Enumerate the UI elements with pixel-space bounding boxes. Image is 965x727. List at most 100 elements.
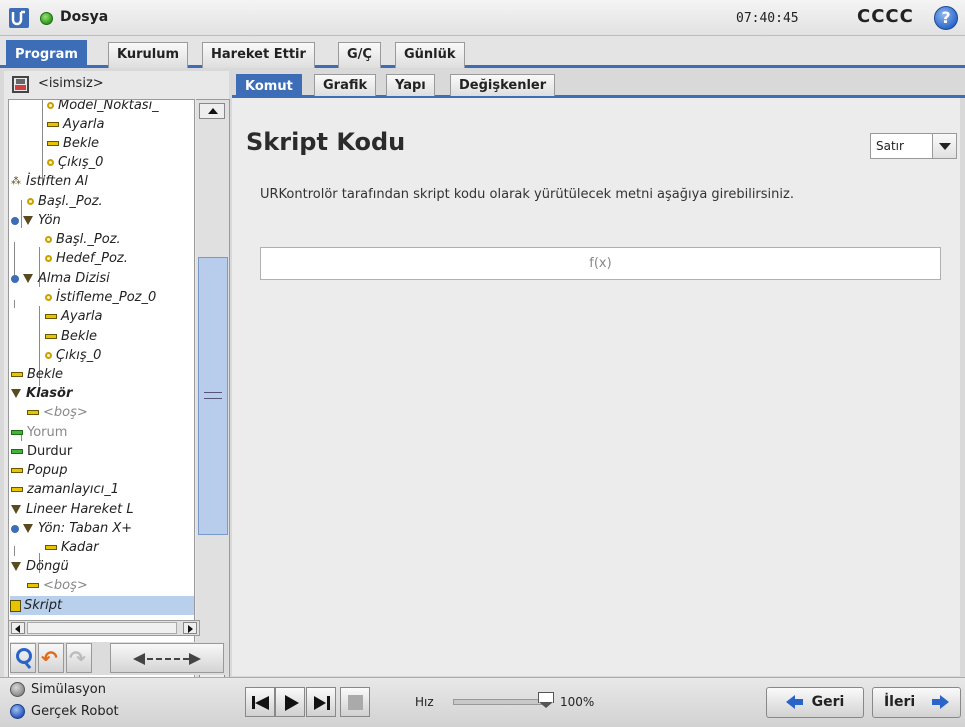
program-tree-panel: <isimsiz> Model_Noktası_ Ayarla Bekle Çı…	[4, 71, 230, 689]
script-mode-select[interactable]: Satır	[870, 133, 957, 159]
tree-item[interactable]: Yön: Taban X+	[11, 519, 132, 538]
pin-icon	[11, 274, 19, 283]
tree-item[interactable]: Yorum	[11, 423, 67, 442]
wait-icon	[47, 141, 59, 146]
title-bar: Dosya 07:40:45 CCCC ?	[0, 0, 965, 36]
speed-slider[interactable]	[453, 699, 543, 705]
wait-icon	[11, 372, 23, 377]
tree-item[interactable]: Bekle	[11, 365, 63, 384]
program-tree[interactable]: Model_Noktası_ Ayarla Bekle Çıkış_0 ⁂ İst…	[8, 99, 195, 689]
pin-icon	[11, 216, 19, 225]
tree-item[interactable]: Hedef_Poz.	[45, 249, 128, 268]
tree-horizontal-scrollbar[interactable]	[8, 620, 200, 636]
real-robot-option[interactable]: Gerçek Robot	[10, 704, 119, 719]
folder-icon	[23, 274, 33, 283]
search-icon[interactable]	[10, 643, 36, 673]
radio-on-icon[interactable]	[10, 704, 25, 719]
tree-item[interactable]: <boş>	[27, 403, 88, 422]
help-icon[interactable]: ?	[934, 6, 958, 30]
direction-icon	[23, 216, 33, 225]
move-node-button[interactable]	[110, 643, 224, 673]
tree-item[interactable]: Lineer Hareket L	[11, 500, 134, 519]
tree-toolbar	[10, 642, 228, 675]
move-arrows-icon	[147, 658, 189, 660]
scroll-right-button[interactable]	[183, 622, 197, 634]
loop-icon	[11, 562, 21, 571]
play-icon[interactable]	[275, 687, 305, 717]
halt-icon	[11, 449, 23, 454]
tree-item[interactable]: <boş>	[27, 576, 88, 595]
step-icon[interactable]	[306, 687, 336, 717]
pin-icon	[11, 524, 19, 533]
select-value: Satır	[876, 139, 904, 153]
tree-item[interactable]: Ayarla	[45, 307, 102, 326]
popup-icon	[11, 468, 23, 473]
until-icon	[45, 545, 57, 550]
script-expression-field[interactable]: f(x)	[260, 247, 941, 280]
tab-program[interactable]: Program	[6, 40, 87, 68]
scroll-left-button[interactable]	[11, 622, 25, 634]
speed-slider-handle[interactable]	[538, 692, 554, 708]
tree-item[interactable]: zamanlayıcı_1	[11, 480, 119, 499]
undo-icon[interactable]	[38, 643, 64, 673]
tree-item-selected[interactable]: Skript	[10, 596, 194, 615]
tab-log[interactable]: Günlük	[395, 42, 465, 68]
tree-item[interactable]: Çıkış_0	[47, 153, 103, 172]
tree-item[interactable]: Bekle	[47, 134, 99, 153]
clock: 07:40:45	[736, 11, 799, 26]
tree-vertical-scrollbar[interactable]	[196, 99, 230, 687]
redo-icon[interactable]	[66, 643, 92, 673]
tree-guide	[14, 300, 15, 308]
tree-item[interactable]: Klasör	[11, 384, 72, 403]
tree-item[interactable]: Çıkış_0	[45, 346, 101, 365]
tree-item[interactable]: Başl._Poz.	[27, 192, 103, 211]
tree-item[interactable]: Model_Noktası_	[47, 100, 159, 115]
waypoint-icon	[27, 198, 34, 205]
tab-structure[interactable]: Yapı	[386, 74, 435, 96]
scroll-thumb[interactable]	[198, 257, 228, 535]
folder-icon	[11, 389, 21, 398]
tree-item[interactable]: ⁂ İstiften Al	[11, 172, 88, 191]
scroll-up-button[interactable]	[199, 103, 225, 119]
timer-icon	[11, 487, 23, 492]
save-icon[interactable]	[12, 76, 29, 93]
skip-to-start-icon[interactable]	[245, 687, 275, 717]
set-icon	[47, 122, 59, 127]
wait-icon	[45, 334, 57, 339]
tree-item[interactable]: Popup	[11, 461, 68, 480]
waypoint-icon	[45, 236, 52, 243]
script-icon	[10, 599, 21, 612]
tree-item[interactable]: Bekle	[45, 327, 97, 346]
empty-icon	[27, 583, 39, 588]
back-button[interactable]: Geri	[766, 687, 864, 718]
node-tab-bar: Komut Grafik Yapı Değişkenler	[232, 72, 965, 98]
tree-item[interactable]: İstifleme_Poz_0	[45, 288, 156, 307]
direction-icon	[23, 524, 33, 533]
tab-command[interactable]: Komut	[236, 74, 302, 98]
horizontal-scroll-thumb[interactable]	[27, 622, 177, 634]
tab-graphics[interactable]: Grafik	[314, 74, 377, 96]
program-header: <isimsiz>	[8, 71, 230, 97]
tree-item[interactable]: Yön	[11, 211, 61, 230]
speed-value: 100%	[560, 695, 595, 709]
chevron-down-icon[interactable]	[932, 134, 956, 158]
tree-item[interactable]: Alma Dizisi	[11, 269, 110, 288]
file-menu[interactable]: Dosya	[60, 9, 108, 25]
next-button[interactable]: İleri	[872, 687, 961, 718]
speed-fill	[454, 700, 542, 704]
stop-icon[interactable]	[340, 687, 370, 717]
tree-item[interactable]: Durdur	[11, 442, 72, 461]
speed-label: Hız	[415, 695, 434, 709]
tab-installation[interactable]: Kurulum	[108, 42, 189, 68]
tree-item[interactable]: Başl._Poz.	[45, 230, 121, 249]
tab-move[interactable]: Hareket Ettir	[202, 42, 315, 68]
radio-off-icon[interactable]	[10, 682, 25, 697]
simulation-option[interactable]: Simülasyon	[10, 682, 106, 697]
tree-item[interactable]: Ayarla	[47, 115, 104, 134]
tree-item[interactable]: Kadar	[45, 538, 99, 557]
tab-variables[interactable]: Değişkenler	[450, 74, 556, 96]
tab-io[interactable]: G/Ç	[338, 42, 381, 68]
ur-logo-icon	[9, 8, 29, 28]
waypoint-icon	[45, 294, 52, 301]
tree-item[interactable]: Döngü	[11, 557, 69, 576]
